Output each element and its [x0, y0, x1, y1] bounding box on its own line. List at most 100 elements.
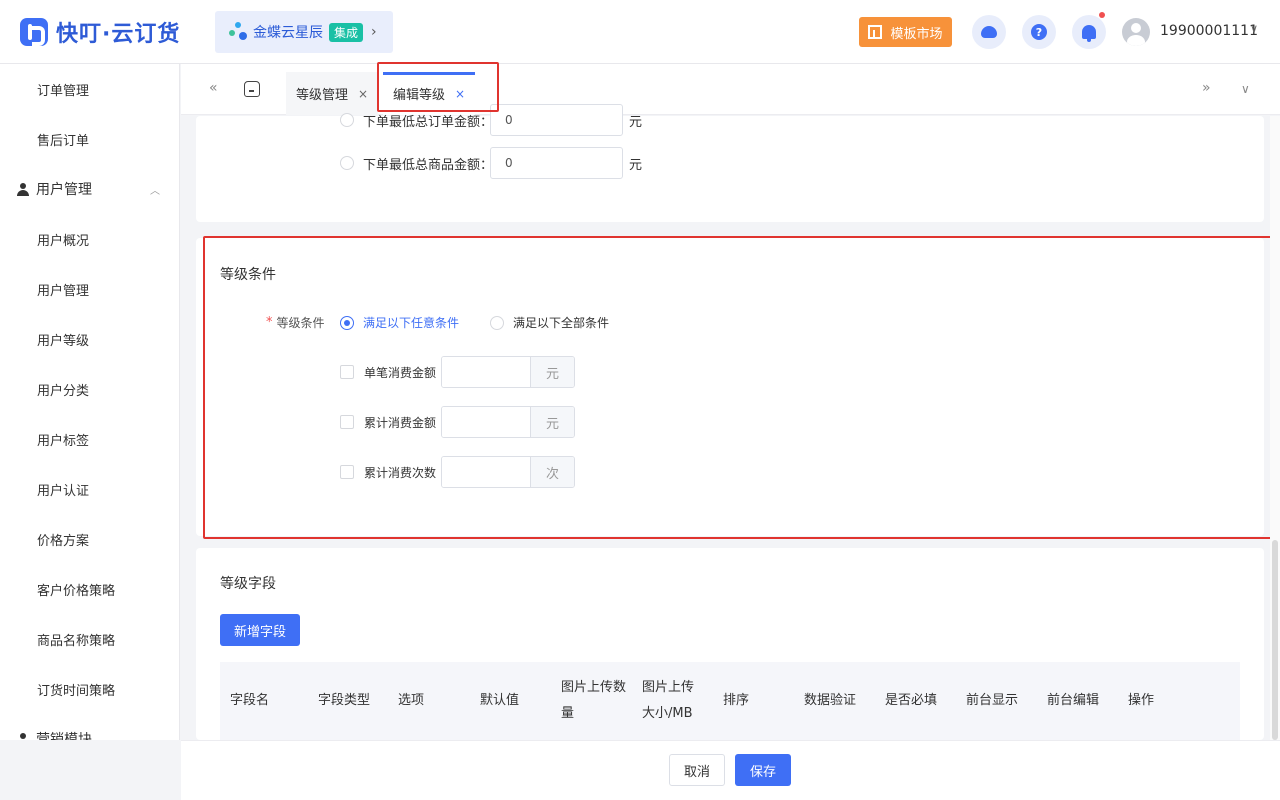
sidebar-item-after-sales[interactable]: 售后订单	[0, 114, 179, 164]
column-header: 数据验证	[804, 693, 857, 708]
sidebar-item-label: 订单管理	[37, 83, 90, 99]
condition-single-amount-row: 单笔消费金额 元	[340, 356, 575, 388]
cancel-button[interactable]: 取消	[669, 754, 725, 786]
single-amount-checkbox[interactable]	[340, 365, 354, 379]
sidebar-item-user-category[interactable]: 用户分类	[0, 364, 179, 414]
sidebar-group-marketing[interactable]: 营销模块	[0, 714, 179, 740]
sidebar-item-price-plan[interactable]: 价格方案	[0, 514, 179, 564]
chevron-right-icon: ›	[371, 24, 377, 40]
column-header: 默认值	[480, 693, 520, 708]
brand-logo-icon	[20, 18, 48, 46]
sidebar-item-label: 客户价格策略	[37, 583, 116, 599]
tab-label: 等级管理	[296, 88, 349, 103]
sidebar-group-user-management[interactable]: 用户管理 ︿	[0, 164, 179, 214]
tabs-scroll-right-icon[interactable]: »	[1202, 80, 1211, 96]
customer-service-icon	[981, 26, 997, 38]
add-field-button[interactable]: 新增字段	[220, 614, 300, 646]
notification-button[interactable]	[1072, 12, 1106, 49]
brand-logo[interactable]: 快叮·云订货	[20, 17, 180, 47]
sidebar-item-user-tags[interactable]: 用户标签	[0, 414, 179, 464]
user-avatar[interactable]	[1122, 18, 1150, 46]
fields-table-header: 字段名 字段类型 选项 默认值 图片上传数量 图片上传大小/MB 排序 数据验证…	[220, 662, 1240, 740]
level-conditions-card: 等级条件 * 等级条件 满足以下任意条件 满足以下全部条件 单笔消费金额 元 累…	[196, 238, 1264, 536]
input-suffix: 元	[530, 407, 574, 437]
sidebar-item-user-overview[interactable]: 用户概况	[0, 214, 179, 264]
column-header: 是否必填	[885, 693, 938, 708]
condition-option-all[interactable]: 满足以下全部条件	[490, 314, 609, 331]
home-icon[interactable]	[244, 81, 260, 97]
sidebar-item-label: 用户分类	[37, 383, 90, 399]
tabs-scroll-left-icon[interactable]: «	[209, 80, 218, 96]
sidebar-item-user-verification[interactable]: 用户认证	[0, 464, 179, 514]
chevron-down-icon[interactable]: ∨	[1250, 22, 1258, 35]
total-amount-label: 累计消费金额	[364, 415, 437, 430]
help-button[interactable]: ?	[1022, 15, 1056, 49]
condition-total-count-row: 累计消费次数 次	[340, 456, 575, 488]
kingdee-label: 金蝶云星辰	[253, 25, 323, 41]
integration-badge: 集成	[329, 22, 364, 42]
condition-mode-row: * 等级条件	[266, 314, 325, 331]
close-icon[interactable]: ×	[358, 87, 368, 101]
customer-service-button[interactable]	[972, 15, 1006, 49]
min-order-amount-input[interactable]: 0	[490, 104, 623, 136]
template-icon	[868, 25, 883, 39]
level-conditions-title: 等级条件	[220, 267, 276, 283]
sidebar-item-user-list[interactable]: 用户管理	[0, 264, 179, 314]
template-market-button[interactable]: 模板市场	[859, 17, 952, 47]
sidebar-item-label: 用户认证	[37, 483, 90, 499]
kingdee-logo-icon	[229, 22, 249, 42]
save-button[interactable]: 保存	[735, 754, 791, 786]
column-header: 前台显示	[966, 693, 1019, 708]
min-goods-amount-row: 下单最低总商品金额： 0 元	[340, 147, 642, 179]
min-order-amount-radio[interactable]	[340, 113, 354, 127]
total-amount-input[interactable]: 元	[441, 406, 575, 438]
sidebar-item-product-name-strategy[interactable]: 商品名称策略	[0, 614, 179, 664]
condition-all-label: 满足以下全部条件	[513, 316, 610, 330]
bell-icon	[1082, 25, 1096, 42]
sidebar-item-order-management[interactable]: 订单管理	[0, 64, 179, 114]
order-limits-card: 下单最低总订单金额： 0 元 下单最低总商品金额： 0 元	[196, 104, 1264, 222]
kingdee-integration-banner[interactable]: 金蝶云星辰 集成 ›	[215, 11, 393, 53]
total-amount-field[interactable]	[442, 407, 530, 437]
form-footer	[181, 740, 1280, 800]
sidebar-item-label: 商品名称策略	[37, 633, 116, 649]
level-fields-title: 等级字段	[220, 576, 276, 592]
column-header: 图片上传大小/MB	[642, 680, 695, 721]
sidebar-item-label: 用户管理	[37, 283, 90, 299]
top-header: 快叮·云订货 金蝶云星辰 集成 › 模板市场 ? 19900001111 ∨	[0, 0, 1280, 64]
unit-label: 元	[629, 157, 643, 173]
help-icon: ?	[1031, 24, 1047, 40]
condition-option-any[interactable]: 满足以下任意条件	[340, 314, 459, 331]
sidebar-item-customer-price-strategy[interactable]: 客户价格策略	[0, 564, 179, 614]
condition-any-radio[interactable]	[340, 315, 354, 330]
total-amount-checkbox[interactable]	[340, 415, 354, 429]
column-header: 字段类型	[318, 693, 371, 708]
required-mark: *	[266, 315, 273, 330]
scrollbar-thumb[interactable]	[1272, 540, 1278, 740]
chevron-up-icon: ︿	[150, 185, 160, 197]
sidebar-item-label: 价格方案	[37, 533, 90, 549]
column-header: 图片上传数量	[561, 680, 627, 721]
total-count-input[interactable]: 次	[441, 456, 575, 488]
marketing-icon	[17, 733, 29, 740]
single-amount-field[interactable]	[442, 357, 530, 387]
total-count-field[interactable]	[442, 457, 530, 487]
tabs-more-icon[interactable]: ∨	[1241, 82, 1250, 96]
sidebar-group-label: 用户管理	[36, 182, 92, 198]
sidebar-item-label: 订货时间策略	[37, 683, 116, 699]
min-goods-amount-radio[interactable]	[340, 156, 354, 170]
sidebar-item-order-time-strategy[interactable]: 订货时间策略	[0, 664, 179, 714]
condition-any-label: 满足以下任意条件	[363, 316, 460, 330]
total-count-checkbox[interactable]	[340, 465, 354, 479]
condition-all-radio[interactable]	[490, 315, 504, 330]
single-amount-input[interactable]: 元	[441, 356, 575, 388]
close-icon[interactable]: ×	[455, 87, 465, 101]
condition-total-amount-row: 累计消费金额 元	[340, 406, 575, 438]
column-header: 操作	[1128, 693, 1155, 708]
input-suffix: 元	[530, 357, 574, 387]
notification-dot	[1099, 12, 1105, 18]
user-phone[interactable]: 19900001111	[1160, 23, 1258, 39]
single-amount-label: 单笔消费金额	[364, 365, 437, 380]
min-goods-amount-input[interactable]: 0	[490, 147, 623, 179]
sidebar-item-user-level[interactable]: 用户等级	[0, 314, 179, 364]
